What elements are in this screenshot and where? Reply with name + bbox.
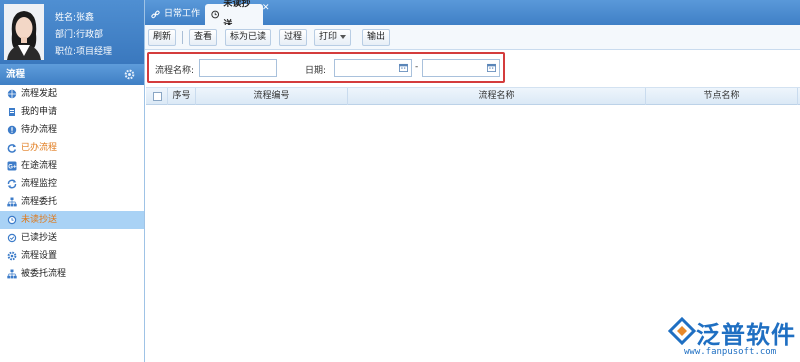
tab-label: 日常工作	[164, 9, 201, 19]
select-all-checkbox[interactable]	[153, 92, 162, 101]
brand-url: www.fanpusoft.com	[684, 347, 777, 357]
clock-icon	[211, 10, 220, 19]
date-separator: -	[415, 62, 419, 72]
svg-text:G+: G+	[8, 164, 17, 170]
column-header-node-name[interactable]: 节点名称	[646, 88, 798, 105]
document-icon	[9, 108, 15, 116]
sidebar-item-label: 流程监控	[21, 179, 58, 189]
sidebar-item-label: 我的申请	[21, 107, 58, 117]
user-position: 职位:项目经理	[55, 47, 113, 57]
refresh-icon	[7, 144, 17, 153]
date-to-input[interactable]	[422, 59, 500, 77]
sidebar-item-my-applications[interactable]: 我的申请	[0, 103, 144, 121]
sidebar-item-label: 流程发起	[21, 89, 58, 99]
sidebar-item-completed[interactable]: 已办流程	[0, 139, 144, 157]
user-department: 部门:行政部	[55, 30, 104, 40]
export-button[interactable]: 输出	[362, 29, 391, 46]
sidebar: 姓名:张鑫 部门:行政部 职位:项目经理 流程 流程发起 我的申请 待办流程 已…	[0, 0, 145, 362]
sync-icon	[7, 179, 17, 189]
column-header-process-name[interactable]: 流程名称	[348, 88, 646, 105]
google-plus-icon: G+	[7, 161, 17, 171]
sitemap-icon	[7, 269, 17, 279]
sidebar-item-monitor[interactable]: 流程监控	[0, 175, 144, 193]
calendar-icon[interactable]	[487, 63, 496, 72]
sitemap-icon	[7, 197, 17, 207]
sidebar-item-in-progress[interactable]: G+ 在途流程	[0, 157, 144, 175]
sidebar-item-label: 已办流程	[21, 143, 58, 153]
date-from-input[interactable]	[334, 59, 412, 77]
sidebar-item-delegated-to-me[interactable]: 被委托流程	[0, 265, 144, 283]
sidebar-header: 流程	[0, 64, 144, 85]
search-panel: 流程名称: 日期: -	[147, 52, 505, 83]
sidebar-item-label: 未读抄送	[21, 215, 58, 225]
sidebar-item-label: 流程设置	[21, 251, 58, 261]
gear-icon[interactable]	[124, 69, 135, 80]
column-header-process-number[interactable]: 流程编号	[196, 88, 348, 105]
tab-bar: 日常工作 未读抄送 ✕	[145, 0, 800, 30]
clock-icon	[7, 215, 17, 225]
sidebar-item-settings[interactable]: 流程设置	[0, 247, 144, 265]
alert-circle-icon	[7, 125, 17, 135]
link-icon	[151, 10, 160, 19]
date-label: 日期:	[305, 66, 327, 76]
brand-name: 泛普软件	[696, 321, 796, 349]
sidebar-item-label: 已读抄送	[21, 233, 58, 243]
sidebar-item-label: 待办流程	[21, 125, 58, 135]
table-header: 序号 流程编号 流程名称 节点名称	[146, 87, 800, 105]
view-button[interactable]: 查看	[189, 29, 218, 46]
sidebar-menu: 流程发起 我的申请 待办流程 已办流程 G+ 在途流程 流程监控 流程委托 未读	[0, 85, 144, 283]
toolbar: 刷新 查看 标为已读 过程 打印 输出	[145, 25, 800, 50]
sidebar-item-read-cc[interactable]: 已读抄送	[0, 229, 144, 247]
brand-mark-icon	[668, 317, 696, 345]
close-icon[interactable]: ✕	[262, 3, 270, 13]
print-button-label: 打印	[319, 32, 338, 42]
toolbar-divider	[182, 31, 183, 44]
sidebar-item-label: 在途流程	[21, 161, 58, 171]
sidebar-item-label: 流程委托	[21, 197, 58, 207]
sidebar-item-pending[interactable]: 待办流程	[0, 121, 144, 139]
user-name: 姓名:张鑫	[55, 13, 95, 23]
tab-daily-work[interactable]: 日常工作	[145, 4, 206, 25]
sidebar-item-start-process[interactable]: 流程发起	[0, 85, 144, 103]
process-button[interactable]: 过程	[279, 29, 308, 46]
user-profile: 姓名:张鑫 部门:行政部 职位:项目经理	[0, 0, 144, 64]
sidebar-item-delegate[interactable]: 流程委托	[0, 193, 144, 211]
sidebar-item-label: 被委托流程	[21, 269, 67, 279]
chevron-down-icon	[340, 34, 347, 39]
column-header-index[interactable]: 序号	[168, 88, 196, 105]
sidebar-item-unread-cc[interactable]: 未读抄送	[0, 211, 144, 229]
refresh-button[interactable]: 刷新	[148, 29, 177, 46]
process-name-label: 流程名称:	[155, 66, 195, 76]
select-all-cell	[146, 88, 168, 105]
tab-unread-cc[interactable]: 未读抄送	[205, 0, 263, 30]
calendar-icon[interactable]	[399, 63, 408, 72]
sidebar-title: 流程	[6, 69, 26, 80]
check-circle-icon	[7, 233, 17, 243]
cog-icon	[7, 251, 17, 261]
globe-icon	[7, 89, 17, 99]
print-button[interactable]: 打印	[314, 29, 352, 46]
mark-read-button[interactable]: 标为已读	[225, 29, 272, 46]
avatar	[4, 4, 44, 60]
brand-logo: 泛普软件 www.fanpusoft.com	[668, 315, 796, 360]
process-name-input[interactable]	[199, 59, 277, 77]
